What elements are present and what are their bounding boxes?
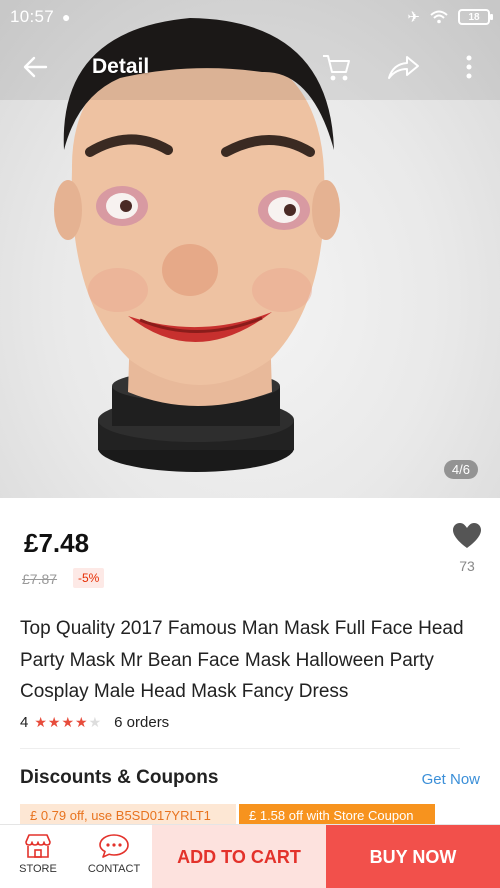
wifi-icon [430,10,448,24]
top-app-bar: Detail [0,44,500,90]
contact-label: CONTACT [87,863,141,875]
star-icon: ★ [75,714,89,730]
divider [20,748,460,749]
add-to-cart-button[interactable]: ADD TO CART [152,825,326,888]
page-title: Detail [92,55,150,78]
airplane-icon: ✈ [407,9,420,26]
status-time: 10:57 [10,7,55,26]
get-now-link[interactable]: Get Now [422,771,480,788]
store-label: STORE [19,863,57,875]
contact-tab[interactable]: CONTACT [76,825,152,888]
wishlist-count: 73 [459,558,475,574]
current-price: £7.48 [24,528,90,558]
image-counter: 4/6 [443,460,478,479]
coupons-section-title: Discounts & Coupons [20,767,219,788]
battery-icon: 18 [458,9,493,25]
buy-now-button[interactable]: BUY NOW [326,825,500,888]
back-arrow-icon[interactable] [20,52,50,82]
notification-drop-icon: ● [62,9,71,25]
chat-bubble-icon [99,834,129,858]
product-title: Top Quality 2017 Famous Man Mask Full Fa… [20,618,464,702]
battery-level: 18 [468,11,480,23]
cart-icon[interactable] [320,50,354,84]
rating-value: 4 [20,714,29,731]
share-icon[interactable] [385,50,421,84]
store-tab[interactable]: STORE [0,825,76,888]
star-rating: ★★★★★ [34,714,102,731]
order-count: 6 orders [114,714,170,731]
wishlist-button[interactable]: 73 [448,522,486,582]
more-options-icon[interactable] [458,52,480,82]
original-price: £7.87 [22,571,58,587]
star-empty-icon: ★ [88,714,103,730]
discount-badge: -5% [73,568,105,588]
star-icon: ★ [61,714,76,730]
rating-row[interactable]: 4 ★★★★★ 6 orders [20,714,169,731]
star-icon: ★ [47,714,62,730]
store-icon [25,834,51,858]
star-icon: ★ [34,714,48,730]
bottom-action-bar: STORE CONTACT ADD TO CART BUY NOW [0,824,500,888]
heart-icon [453,523,481,548]
status-bar: 10:57 ● ✈ 18 [0,0,500,34]
